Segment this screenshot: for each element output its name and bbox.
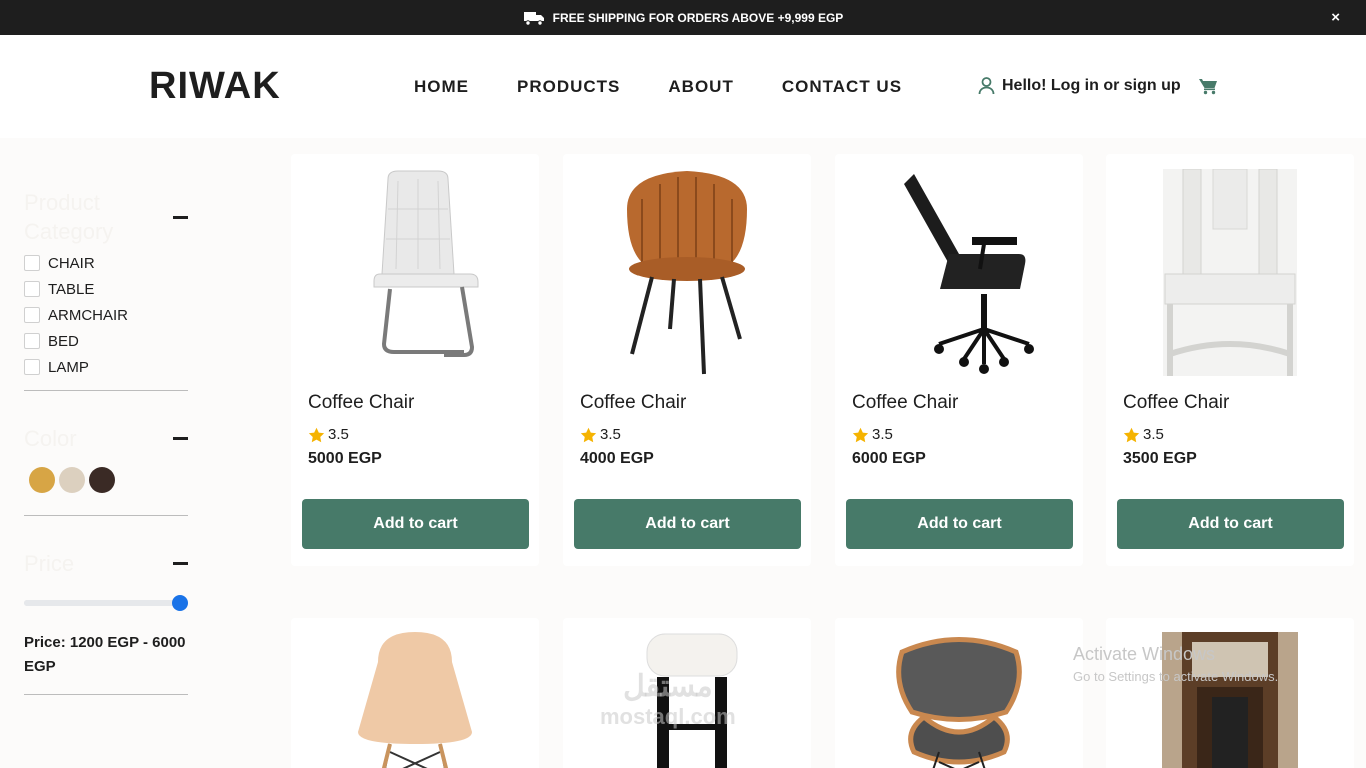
product-card: Coffee Chair 3.5 5000 EGP Add to cart (291, 154, 539, 566)
product-rating: 3.5 (852, 426, 893, 443)
star-icon (1123, 427, 1140, 442)
add-to-cart-button[interactable]: Add to cart (1117, 499, 1344, 549)
category-filter-title: Product Category (24, 190, 114, 244)
color-swatch-gold[interactable] (29, 467, 55, 493)
activate-windows-watermark: Activate Windows Go to Settings to activ… (1073, 644, 1279, 684)
checkbox[interactable] (24, 281, 40, 297)
account-link[interactable]: Hello! Log in or sign up (978, 77, 1181, 95)
nav-products[interactable]: PRODUCTS (517, 77, 620, 97)
nav-home[interactable]: HOME (414, 77, 469, 97)
product-image[interactable] (835, 632, 1083, 768)
product-card: Coffee Chair 3.5 4000 EGP Add to cart (563, 154, 811, 566)
add-to-cart-button[interactable]: Add to cart (302, 499, 529, 549)
cart-icon[interactable] (1199, 78, 1218, 95)
divider (24, 515, 188, 516)
truck-icon (523, 11, 544, 26)
announcement-bar: FREE SHIPPING FOR ORDERS ABOVE +9,999 EG… (0, 0, 1366, 35)
star-icon (852, 427, 869, 442)
product-name[interactable]: Coffee Chair (1123, 392, 1229, 414)
product-card (835, 618, 1083, 768)
color-swatches (29, 467, 119, 493)
category-option-bed[interactable]: BED (24, 328, 128, 354)
main-nav: HOME PRODUCTS ABOUT CONTACT US (414, 77, 950, 97)
checkbox[interactable] (24, 307, 40, 323)
site-watermark: مستقل mostaql.com (600, 670, 736, 730)
color-filter-title: Color (24, 426, 77, 451)
category-list: CHAIR TABLE ARMCHAIR BED LAMP (24, 250, 128, 380)
product-name[interactable]: Coffee Chair (852, 392, 958, 414)
product-price: 4000 EGP (580, 450, 654, 467)
slider-fill (24, 600, 180, 606)
product-image[interactable] (291, 169, 539, 376)
category-option-lamp[interactable]: LAMP (24, 354, 128, 380)
product-card: Coffee Chair 3.5 6000 EGP Add to cart (835, 154, 1083, 566)
product-rating: 3.5 (1123, 426, 1164, 443)
divider (24, 390, 188, 391)
close-icon[interactable]: × (1331, 9, 1340, 26)
color-swatch-dark-brown[interactable] (89, 467, 115, 493)
product-price: 6000 EGP (852, 450, 926, 467)
collapse-icon[interactable] (173, 437, 188, 440)
price-filter-header[interactable]: Price (24, 549, 188, 578)
product-card: Coffee Chair 3.5 3500 EGP Add to cart (1106, 154, 1354, 566)
product-card (291, 618, 539, 768)
product-rating: 3.5 (308, 426, 349, 443)
color-filter-header[interactable]: Color (24, 424, 188, 453)
add-to-cart-button[interactable]: Add to cart (846, 499, 1073, 549)
checkbox[interactable] (24, 255, 40, 271)
product-name[interactable]: Coffee Chair (308, 392, 414, 414)
product-rating: 3.5 (580, 426, 621, 443)
account-label: Hello! Log in or sign up (1002, 77, 1181, 94)
collapse-icon[interactable] (173, 562, 188, 565)
category-option-armchair[interactable]: ARMCHAIR (24, 302, 128, 328)
product-image[interactable] (563, 169, 811, 376)
collapse-icon[interactable] (173, 215, 188, 219)
site-header: RIWAK HOME PRODUCTS ABOUT CONTACT US Hel… (0, 35, 1366, 138)
product-price: 3500 EGP (1123, 450, 1197, 467)
color-swatch-beige[interactable] (59, 467, 85, 493)
checkbox[interactable] (24, 333, 40, 349)
user-icon (978, 77, 995, 95)
product-image[interactable] (291, 632, 539, 768)
checkbox[interactable] (24, 359, 40, 375)
logo[interactable]: RIWAK (149, 65, 281, 108)
slider-thumb[interactable] (172, 595, 188, 611)
product-image[interactable] (1106, 169, 1354, 376)
category-option-chair[interactable]: CHAIR (24, 250, 128, 276)
product-name[interactable]: Coffee Chair (580, 392, 686, 414)
star-icon (580, 427, 597, 442)
price-range-text: Price: 1200 EGP - 6000 EGP (24, 634, 186, 675)
product-price: 5000 EGP (308, 450, 382, 467)
product-image[interactable] (835, 169, 1083, 376)
add-to-cart-button[interactable]: Add to cart (574, 499, 801, 549)
category-filter-header[interactable]: Product Category (24, 188, 188, 246)
category-option-table[interactable]: TABLE (24, 276, 128, 302)
product-card (1106, 618, 1354, 768)
announcement-text: FREE SHIPPING FOR ORDERS ABOVE +9,999 EG… (552, 10, 844, 25)
nav-contact-us[interactable]: CONTACT US (782, 77, 902, 97)
nav-about[interactable]: ABOUT (668, 77, 733, 97)
price-filter-title: Price (24, 551, 75, 576)
star-icon (308, 427, 325, 442)
price-slider[interactable] (24, 595, 188, 611)
divider (24, 694, 188, 695)
